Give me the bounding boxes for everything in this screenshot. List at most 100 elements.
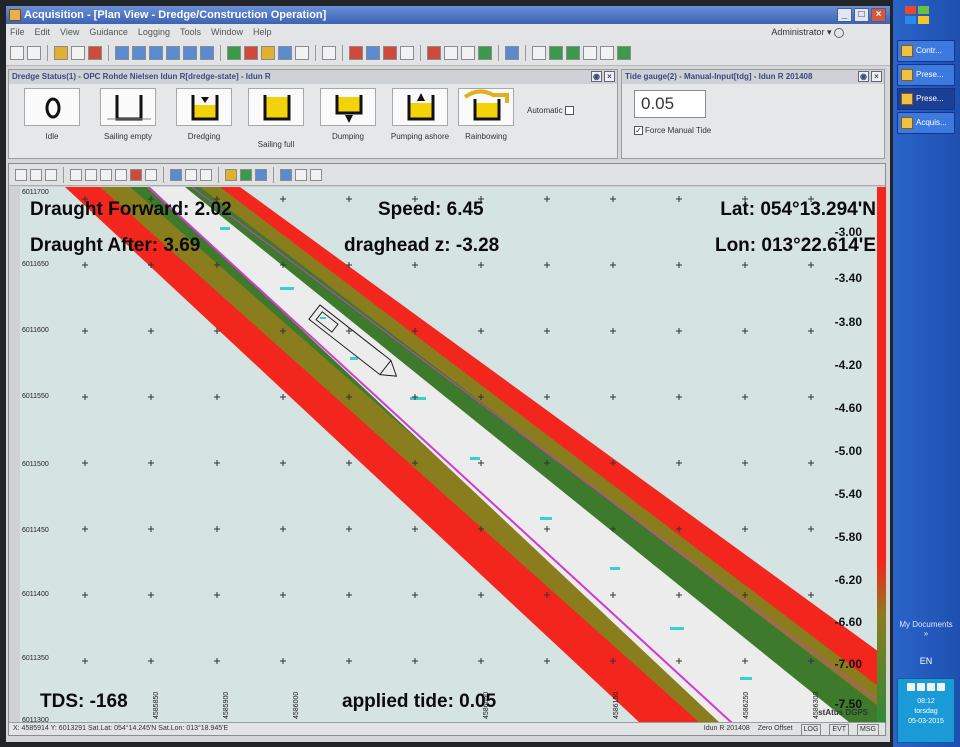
window-layout-icon[interactable]	[132, 45, 146, 60]
menu-tools[interactable]: Tools	[180, 24, 201, 40]
state-idle-button[interactable]: Idle	[21, 88, 83, 141]
taskbar-item-presenter-2[interactable]: Prese...	[897, 88, 955, 110]
log-flag[interactable]: LOG	[800, 724, 822, 736]
measure-icon[interactable]	[100, 168, 112, 181]
zoom-out-icon[interactable]	[30, 168, 42, 181]
panel-close-button[interactable]: ×	[604, 71, 615, 82]
route-icon[interactable]	[130, 168, 142, 181]
list-icon[interactable]	[71, 45, 85, 60]
export-icon[interactable]	[583, 45, 597, 60]
automatic-toggle[interactable]: Automatic	[527, 106, 574, 116]
acquisition-window: Acquisition - [Plan View - Dredge/Constr…	[6, 6, 890, 742]
state-dumping-button[interactable]: Dumping	[317, 88, 379, 141]
toolbar-divider	[220, 44, 221, 61]
measure-icon[interactable]	[400, 45, 414, 60]
vessel-icon[interactable]	[478, 45, 492, 60]
panel-close-button[interactable]: ×	[871, 71, 882, 82]
print-icon[interactable]	[600, 45, 614, 60]
message-flag[interactable]: MSG	[857, 724, 879, 736]
state-rainbowing-button[interactable]: Rainbowing	[455, 88, 517, 141]
crosshair-icon[interactable]	[444, 45, 458, 60]
state-dredging-button[interactable]: Dredging	[173, 88, 235, 141]
menu-help[interactable]: Help	[253, 24, 272, 40]
save-all-icon[interactable]	[566, 45, 580, 60]
state-sailing-empty-button[interactable]: Sailing empty	[97, 88, 159, 141]
force-manual-tide-toggle[interactable]: ✓ Force Manual Tide	[634, 126, 711, 136]
vessel-view-icon[interactable]	[280, 168, 292, 181]
automatic-checkbox[interactable]	[564, 106, 574, 116]
taskbar-item-controller[interactable]: Contr...	[897, 40, 955, 62]
panel-options-button[interactable]: ◉	[858, 71, 869, 82]
minimize-button[interactable]: _	[837, 8, 852, 22]
map-view-icon[interactable]	[227, 45, 241, 60]
my-documents-toolbar[interactable]: My Documents »	[897, 620, 955, 638]
layers-icon[interactable]	[170, 168, 182, 181]
language-indicator[interactable]: EN	[911, 656, 941, 666]
north-up-icon[interactable]	[145, 168, 157, 181]
maximize-button[interactable]: □	[854, 8, 869, 22]
settings-icon[interactable]	[27, 45, 41, 60]
user-selector[interactable]: Administrator ▾	[771, 25, 844, 39]
state-pumping-ashore-button[interactable]: Pumping ashore	[389, 88, 451, 141]
menu-file[interactable]: File	[10, 24, 25, 40]
pointer-icon[interactable]	[115, 168, 127, 181]
taskbar-item-presenter[interactable]: Prese...	[897, 64, 955, 86]
menu-logging[interactable]: Logging	[138, 24, 170, 40]
compass-icon[interactable]	[295, 45, 309, 60]
menu-edit[interactable]: Edit	[35, 24, 51, 40]
zoom-in-icon[interactable]	[15, 168, 27, 181]
panel-options-button[interactable]: ◉	[591, 71, 602, 82]
waypoint-icon[interactable]	[349, 45, 363, 60]
window-layout-icon[interactable]	[149, 45, 163, 60]
color-palette-icon[interactable]	[278, 45, 292, 60]
chart-icon[interactable]	[240, 168, 252, 181]
hazard-icon[interactable]	[54, 45, 68, 60]
save-as-icon[interactable]	[549, 45, 563, 60]
log-icon[interactable]	[617, 45, 631, 60]
security-icon[interactable]	[927, 683, 935, 691]
edit-icon[interactable]	[88, 45, 102, 60]
clock-time[interactable]: 08:12	[898, 697, 954, 707]
camera-icon[interactable]	[10, 45, 24, 60]
taskbar-item-acquisition[interactable]: Acquis...	[897, 112, 955, 134]
undo-icon[interactable]	[185, 168, 197, 181]
network-icon[interactable]	[907, 683, 915, 691]
map-canvas[interactable]: 6011700 6011650 6011600 6011550 6011500 …	[20, 187, 886, 723]
pan-icon[interactable]	[70, 168, 82, 181]
color-scale-icon[interactable]	[225, 168, 237, 181]
menu-view[interactable]: View	[60, 24, 79, 40]
menu-window[interactable]: Window	[211, 24, 243, 40]
select-icon[interactable]	[85, 168, 97, 181]
window-layout-icon[interactable]	[115, 45, 129, 60]
depth-scale-label: -6.60	[834, 615, 862, 629]
lifebuoy-icon[interactable]	[427, 45, 441, 60]
profile-view-icon[interactable]	[261, 45, 275, 60]
line-icon[interactable]	[383, 45, 397, 60]
menu-guidance[interactable]: Guidance	[89, 24, 128, 40]
palette-icon[interactable]	[255, 168, 267, 181]
state-sailing-full-button[interactable]: Sailing full	[245, 88, 307, 149]
depth-scale-label: -3.40	[834, 271, 862, 285]
close-button[interactable]: ×	[871, 8, 886, 22]
volume-icon[interactable]	[917, 683, 925, 691]
update-icon[interactable]	[937, 683, 945, 691]
anchor-icon[interactable]	[461, 45, 475, 60]
force-manual-tide-checkbox[interactable]: ✓	[634, 126, 643, 136]
redo-icon[interactable]	[200, 168, 212, 181]
route-icon[interactable]	[366, 45, 380, 60]
window-layout-icon[interactable]	[200, 45, 214, 60]
image-icon[interactable]	[505, 45, 519, 60]
chevron-right-icon: »	[923, 629, 929, 638]
chart-view-icon[interactable]	[244, 45, 258, 60]
pen-icon[interactable]	[322, 45, 336, 60]
save-icon[interactable]	[532, 45, 546, 60]
help-icon[interactable]	[834, 27, 844, 38]
zoom-extent-icon[interactable]	[45, 168, 57, 181]
windows-start-icon[interactable]	[903, 4, 931, 26]
event-flag[interactable]: EVT	[829, 724, 850, 736]
window-layout-icon[interactable]	[166, 45, 180, 60]
tide-value-input[interactable]: 0.05	[634, 90, 706, 118]
window-layout-icon[interactable]	[183, 45, 197, 60]
grid-icon[interactable]	[295, 168, 307, 181]
export-view-icon[interactable]	[310, 168, 322, 181]
